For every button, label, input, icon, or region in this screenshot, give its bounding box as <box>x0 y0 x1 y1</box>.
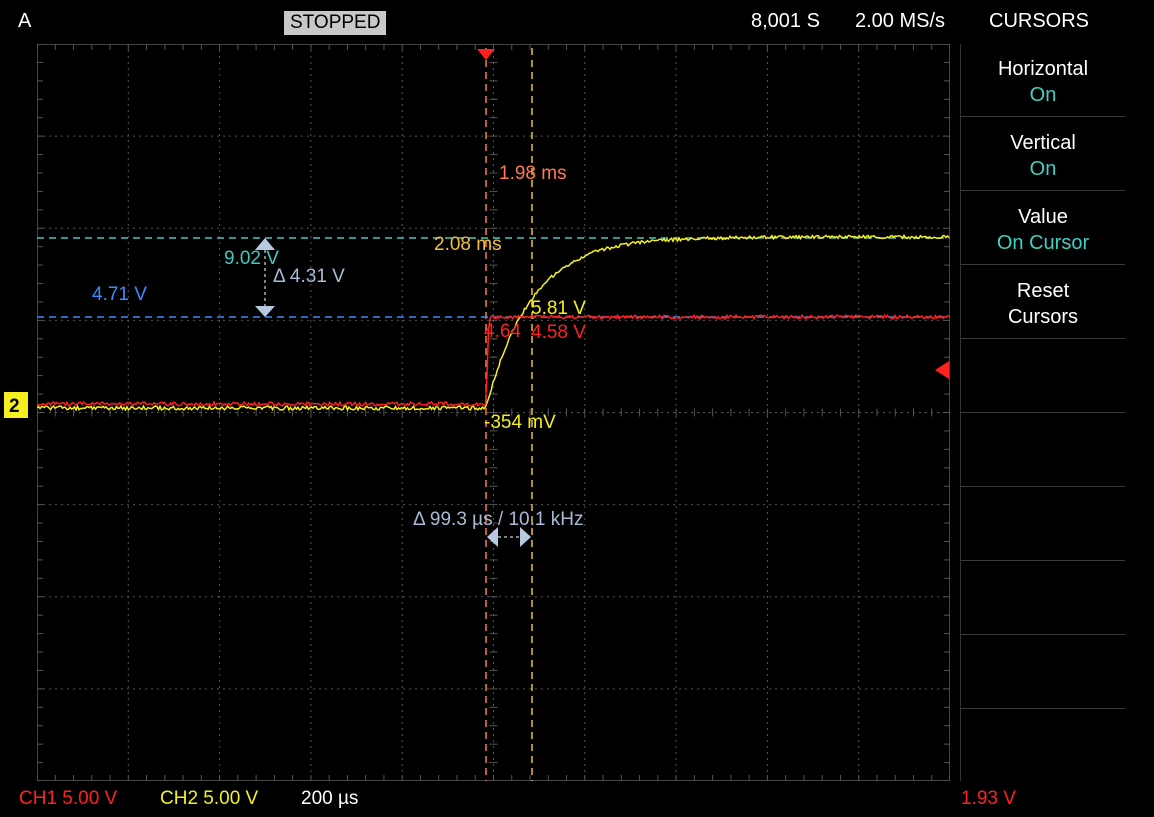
menu-reset-title: Reset <box>961 278 1125 304</box>
menu-empty-slot-3 <box>961 488 1125 561</box>
menu-empty-slot-5 <box>961 636 1125 709</box>
menu-reset-cursors[interactable]: Reset Cursors <box>961 266 1125 339</box>
menu-empty-slot-1 <box>961 340 1125 413</box>
menu-horizontal-value: On <box>961 82 1125 108</box>
channel-2-ground-marker[interactable]: 2 <box>4 392 28 418</box>
vertical-delta-arrow-down <box>255 306 275 317</box>
h-cursor1-time: 1.98 ms <box>499 163 567 185</box>
trigger-level-marker <box>935 361 949 379</box>
menu-vertical[interactable]: Vertical On <box>961 118 1125 191</box>
menu-title: CURSORS <box>989 10 1089 33</box>
menu-value-value: On Cursor <box>961 230 1125 256</box>
menu-empty-slot-2 <box>961 414 1125 487</box>
sample-rate: 2.00 MS/s <box>855 10 945 33</box>
v-cursor2-value: 4.71 V <box>92 284 147 306</box>
h-cursor2-time: 2.08 ms <box>434 234 502 256</box>
trigger-position-marker <box>477 49 495 60</box>
ch2-value-at-cursor2: 5.81 V <box>531 298 586 320</box>
ch2-scale[interactable]: CH2 5.00 V <box>160 788 258 810</box>
menu-horizontal[interactable]: Horizontal On <box>961 44 1125 117</box>
ch2-value-at-cursor1: -354 mV <box>484 412 556 434</box>
menu-value-title: Value <box>961 204 1125 230</box>
v-cursor1-value: 9.02 V <box>224 248 279 270</box>
menu-vertical-title: Vertical <box>961 130 1125 156</box>
v-delta-readout: Δ 4.31 V <box>273 266 345 288</box>
run-status-badge[interactable]: STOPPED <box>284 11 386 35</box>
menu-empty-slot-4 <box>961 562 1125 635</box>
trigger-level[interactable]: 1.93 V <box>961 788 1016 810</box>
menu-empty-slot-6 <box>961 710 1125 783</box>
timebase[interactable]: 200 µs <box>301 788 358 810</box>
channel-2-label: 2 <box>9 396 20 417</box>
h-delta-readout: Δ 99.3 µs / 10.1 kHz <box>413 509 583 531</box>
sample-count: 8,001 S <box>751 10 820 33</box>
ch1-scale[interactable]: CH1 5.00 V <box>19 788 117 810</box>
menu-value[interactable]: Value On Cursor <box>961 192 1125 265</box>
menu-horizontal-title: Horizontal <box>961 56 1125 82</box>
ch1-value-at-cursor2: 4.58 V <box>531 322 586 344</box>
menu-vertical-value: On <box>961 156 1125 182</box>
ch1-value-at-cursor1: 4.64 <box>484 321 521 343</box>
trigger-mode: A <box>18 10 31 33</box>
cursor-menu: Horizontal On Vertical On Value On Curso… <box>960 44 1125 781</box>
menu-reset-subtitle: Cursors <box>961 304 1125 330</box>
